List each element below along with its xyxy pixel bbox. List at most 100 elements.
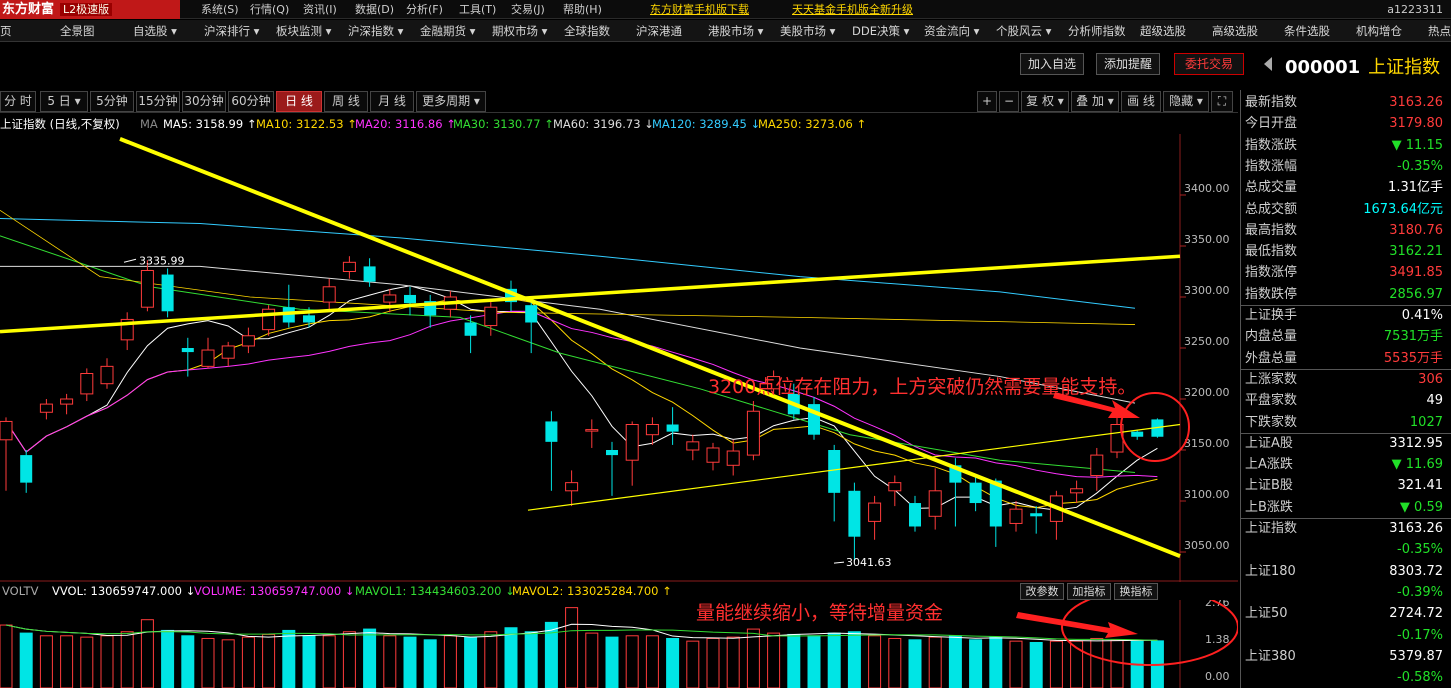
quote-label: 最低指数: [1245, 244, 1298, 260]
chart-tool-button[interactable]: 叠 加 ▾: [1071, 91, 1119, 112]
candle: [282, 284, 295, 328]
add-alert-button[interactable]: 添加提醒: [1096, 53, 1160, 75]
volume-bar: [746, 628, 760, 688]
nav-item[interactable]: 全景图: [60, 20, 95, 42]
nav-item[interactable]: 分析师指数: [1068, 20, 1126, 42]
nav-item[interactable]: 资金流向 ▾: [924, 20, 979, 42]
menu-item[interactable]: 系统(S): [201, 0, 239, 19]
back-arrow-icon[interactable]: [1264, 57, 1272, 71]
quote-label: 上证指数: [1245, 521, 1298, 536]
promo-link[interactable]: 东方财富手机版下载: [650, 0, 749, 19]
volume-bar: [928, 636, 942, 688]
nav-item[interactable]: 美股市场 ▾: [780, 20, 835, 42]
quote-label: 指数涨幅: [1245, 158, 1298, 174]
y-tick-label: 3150.00: [1184, 437, 1230, 450]
period-tab[interactable]: 5 日 ▾: [40, 91, 88, 112]
nav-item[interactable]: 热点: [1428, 20, 1451, 42]
nav-item[interactable]: 机构增仓: [1356, 20, 1402, 42]
quote-value: ▼ 0.59: [1399, 499, 1443, 515]
nav-item[interactable]: 超级选股: [1140, 20, 1186, 42]
nav-item[interactable]: 港股市场 ▾: [708, 20, 763, 42]
vol-button[interactable]: 加指标: [1067, 583, 1111, 600]
period-tab[interactable]: 30分钟: [182, 91, 226, 112]
menu-item[interactable]: 数据(D): [355, 0, 394, 19]
menu-item[interactable]: 行情(Q): [250, 0, 289, 19]
period-tab[interactable]: 月 线: [370, 91, 414, 112]
candle: [585, 419, 599, 448]
candle: [140, 260, 154, 312]
nav-item[interactable]: 沪深港通: [636, 20, 682, 42]
downtrend-line[interactable]: [119, 137, 1181, 558]
period-tab[interactable]: 15分钟: [136, 91, 180, 112]
chart-tool-button[interactable]: 画 线: [1121, 91, 1161, 112]
uptrend-line[interactable]: [0, 254, 1181, 334]
nav-item[interactable]: 个股风云 ▾: [996, 20, 1051, 42]
kline-chart[interactable]: 3400.00 3350.00 3300.00 3250.00 3200.00 3150.…: [0, 134, 1238, 582]
quote-row: 上B涨跌 ▼ 0.59: [1241, 497, 1449, 519]
nav-bar: 页 全景图 自选股 ▾ 沪深排行 ▾ 板块监测 ▾ 沪深指数 ▾ 金融期货 ▾ 期权市场 ▾ 全…: [0, 20, 1451, 42]
chart-tool-button[interactable]: +: [977, 91, 997, 112]
nav-item[interactable]: 金融期货 ▾: [420, 20, 475, 42]
nav-item[interactable]: 沪深指数 ▾: [348, 20, 403, 42]
nav-item[interactable]: 自选股 ▾: [133, 20, 177, 42]
vol-button[interactable]: 改参数: [1020, 583, 1064, 600]
period-tab[interactable]: 5分钟: [90, 91, 134, 112]
volume-chart[interactable]: 2.761.380.00: [0, 600, 1238, 688]
y-tick-label: 3200.00: [1184, 386, 1230, 399]
nav-item[interactable]: 板块监测 ▾: [276, 20, 331, 42]
quote-row: 上证180 8303.72: [1241, 561, 1449, 583]
add-watchlist-button[interactable]: 加入自选: [1020, 53, 1084, 75]
promo-link[interactable]: 天天基金手机版全新升级: [792, 0, 913, 19]
quote-row: 上证指数 3163.26: [1241, 518, 1449, 540]
menu-item[interactable]: 资讯(I): [303, 0, 337, 19]
quote-value: 3180.76: [1389, 222, 1443, 238]
menu-item[interactable]: 分析(F): [406, 0, 443, 19]
candle: [1070, 480, 1084, 504]
candle: [1030, 506, 1043, 534]
y-tick-label: 3250.00: [1184, 335, 1230, 348]
volume-bar: [282, 629, 296, 688]
quote-row: 指数涨跌 ▼ 11.15: [1241, 135, 1449, 157]
quote-label: 上证380: [1245, 648, 1296, 664]
low-price-label: 3041.63: [846, 556, 892, 569]
candle: [100, 358, 114, 389]
quote-value: 0.41%: [1401, 308, 1443, 323]
volume-bar: [605, 636, 619, 688]
period-tab[interactable]: 更多周期 ▾: [416, 91, 486, 112]
nav-item[interactable]: 条件选股: [1284, 20, 1330, 42]
candle: [322, 278, 336, 310]
quote-row: 总成交额 1673.64亿元: [1241, 199, 1449, 221]
vol-button[interactable]: 换指标: [1114, 583, 1158, 600]
volume-bar: [726, 636, 740, 688]
candle: [746, 401, 760, 461]
candle: [464, 315, 477, 354]
chart-tool-button[interactable]: ⛶: [1211, 91, 1233, 112]
quote-label: 指数涨停: [1245, 265, 1298, 281]
ma-legend-item: MA30: 3130.77 ↑: [453, 117, 554, 131]
nav-item[interactable]: 页: [0, 20, 12, 42]
period-tab[interactable]: 分 时: [0, 91, 36, 112]
nav-item[interactable]: DDE决策 ▾: [852, 20, 909, 42]
menu-item[interactable]: 帮助(H): [563, 0, 602, 19]
nav-item[interactable]: 全球指数: [564, 20, 610, 42]
volume-bar: [504, 627, 518, 688]
quote-value: 8303.72: [1389, 563, 1443, 579]
chart-tool-button[interactable]: 复 权 ▾: [1021, 91, 1069, 112]
period-tab[interactable]: 日 线: [276, 91, 322, 112]
menu-item[interactable]: 交易(J): [511, 0, 545, 19]
quote-row: 上证换手 0.41%: [1241, 305, 1449, 327]
nav-item[interactable]: 沪深排行 ▾: [204, 20, 259, 42]
menu-item[interactable]: 工具(T): [459, 0, 496, 19]
period-tab[interactable]: 周 线: [324, 91, 368, 112]
nav-item[interactable]: 高级选股: [1212, 20, 1258, 42]
chart-tool-button[interactable]: 隐藏 ▾: [1163, 91, 1209, 112]
ma-legend-item: MA10: 3122.53 ↑: [256, 117, 357, 131]
volume-bar: [827, 632, 841, 688]
nav-item[interactable]: 期权市场 ▾: [492, 20, 547, 42]
chart-tool-button[interactable]: −: [999, 91, 1019, 112]
ma-legend-item: MA: [140, 117, 158, 131]
period-tab[interactable]: 60分钟: [228, 91, 274, 112]
volume-bar: [484, 631, 498, 688]
trade-button[interactable]: 委托交易: [1174, 53, 1244, 75]
quote-panel: 最新指数 3163.26 今日开盘 3179.80 指数涨跌 ▼ 11.15 指数涨幅 -0.…: [1240, 90, 1451, 688]
